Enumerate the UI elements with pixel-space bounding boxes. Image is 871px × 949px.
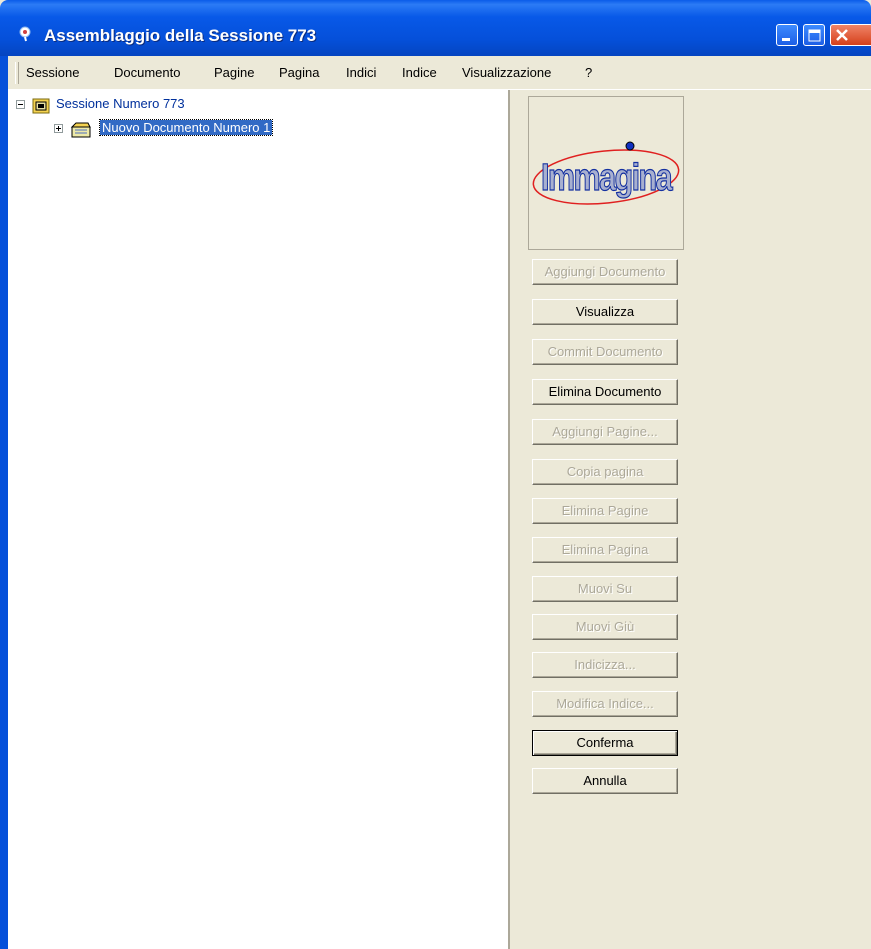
menu-sessione[interactable]: Sessione [26, 65, 79, 80]
expand-icon[interactable] [54, 124, 63, 133]
visualizza-button[interactable]: Visualizza [532, 299, 678, 325]
menu-pagina[interactable]: Pagina [279, 65, 319, 80]
menu-bar: Sessione Documento Pagine Pagina Indici … [8, 56, 871, 90]
commit-documento-button[interactable]: Commit Documento [532, 339, 678, 365]
session-icon [32, 98, 50, 114]
menu-pagine[interactable]: Pagine [214, 65, 254, 80]
aggiungi-pagine-button[interactable]: Aggiungi Pagine... [532, 419, 678, 445]
menu-help[interactable]: ? [585, 65, 592, 80]
logo-graphic: Immagina [532, 141, 680, 205]
tree-label-document: Nuovo Documento Numero 1 [98, 119, 274, 136]
maximize-button[interactable] [803, 24, 825, 46]
minimize-icon [782, 38, 790, 41]
maximize-icon [808, 29, 821, 42]
window-title: Assemblaggio della Sessione 773 [44, 26, 317, 45]
menu-grip [15, 62, 19, 84]
menu-indici[interactable]: Indici [346, 65, 376, 80]
modifica-indice-button[interactable]: Modifica Indice... [532, 691, 678, 717]
elimina-pagina-button[interactable]: Elimina Pagina [532, 537, 678, 563]
menu-visualizzazione[interactable]: Visualizzazione [462, 65, 551, 80]
app-icon[interactable] [18, 26, 34, 42]
window-frame-left [0, 56, 8, 949]
aggiungi-documento-button[interactable]: Aggiungi Documento [532, 259, 678, 285]
immagina-logo: Immagina [528, 96, 684, 250]
document-folder-icon [70, 122, 91, 138]
minimize-button[interactable] [776, 24, 798, 46]
annulla-button[interactable]: Annulla [532, 768, 678, 794]
elimina-pagine-button[interactable]: Elimina Pagine [532, 498, 678, 524]
title-bar[interactable]: Assemblaggio della Sessione 773 [0, 0, 871, 56]
command-panel: Immagina Aggiungi Documento Visualizza C… [512, 90, 871, 949]
close-icon [836, 29, 848, 41]
conferma-button[interactable]: Conferma [532, 730, 678, 756]
tree-label-session: Sessione Numero 773 [56, 96, 185, 111]
application-window: Assemblaggio della Sessione 773 Sessione… [0, 0, 871, 949]
collapse-icon[interactable] [16, 100, 25, 109]
document-tree[interactable]: Sessione Numero 773 Nuovo Documento Nume… [8, 90, 510, 949]
indicizza-button[interactable]: Indicizza... [532, 652, 678, 678]
close-button[interactable] [830, 24, 871, 46]
logo-text: Immagina [541, 157, 673, 199]
menu-indice[interactable]: Indice [402, 65, 437, 80]
muovi-giu-button[interactable]: Muovi Giù [532, 614, 678, 640]
copia-pagina-button[interactable]: Copia pagina [532, 459, 678, 485]
menu-documento[interactable]: Documento [114, 65, 180, 80]
elimina-documento-button[interactable]: Elimina Documento [532, 379, 678, 405]
muovi-su-button[interactable]: Muovi Su [532, 576, 678, 602]
